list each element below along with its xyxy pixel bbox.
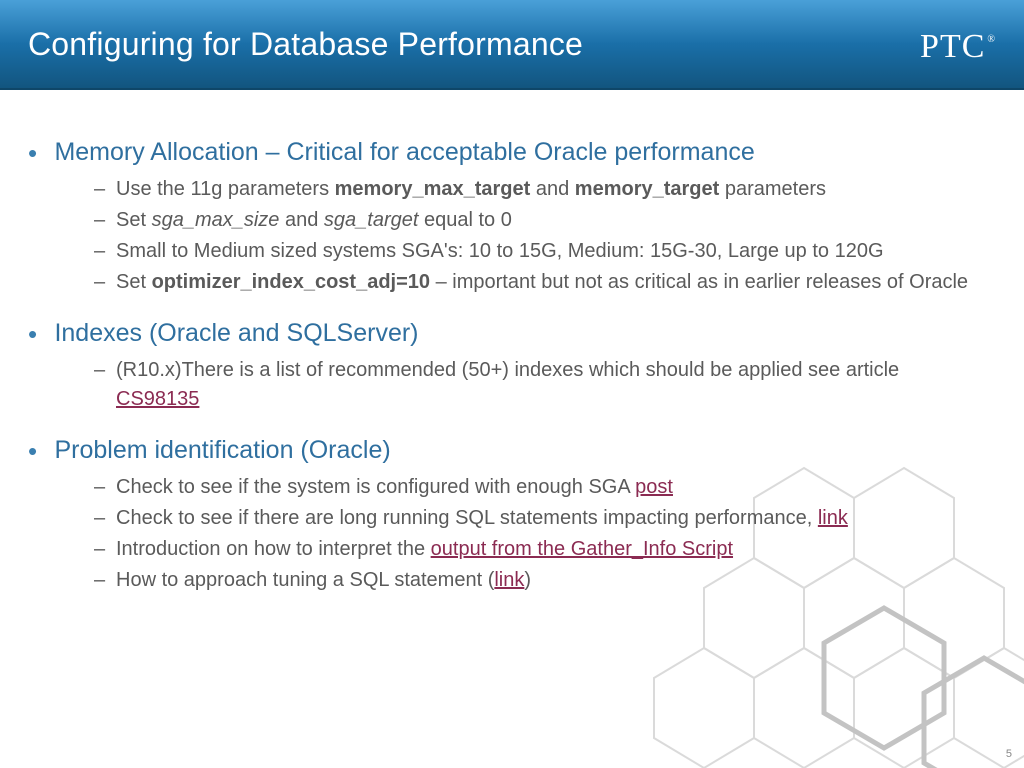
list-item: Small to Medium sized systems SGA's: 10 … (98, 237, 994, 266)
section-list: Memory Allocation – Critical for accepta… (50, 138, 994, 595)
kb-link-cs98135[interactable]: CS98135 (116, 388, 199, 410)
list-item: Use the 11g parameters memory_max_target… (98, 175, 994, 204)
ptc-logo: PTC® (920, 28, 994, 66)
content-area: Memory Allocation – Critical for accepta… (0, 90, 1024, 595)
list-item: Check to see if there are long running S… (98, 504, 994, 533)
section-problem-id: Problem identification (Oracle) Check to… (50, 436, 994, 595)
section-indexes: Indexes (Oracle and SQLServer) (R10.x)Th… (50, 319, 994, 414)
list-item: Set optimizer_index_cost_adj=10 – import… (98, 268, 994, 297)
title-bar: Configuring for Database Performance PTC… (0, 0, 1024, 90)
kb-link-tuning[interactable]: link (494, 569, 524, 591)
list-item: How to approach tuning a SQL statement (… (98, 566, 994, 595)
sub-list: (R10.x)There is a list of recommended (5… (98, 356, 994, 414)
section-memory: Memory Allocation – Critical for accepta… (50, 138, 994, 297)
kb-link-post[interactable]: post (635, 476, 673, 498)
list-item: Introduction on how to interpret the out… (98, 535, 994, 564)
sub-list: Use the 11g parameters memory_max_target… (98, 175, 994, 297)
section-heading: Indexes (Oracle and SQLServer) (54, 319, 418, 347)
kb-link-longsql[interactable]: link (818, 507, 848, 529)
kb-link-gatherinfo[interactable]: output from the Gather_Info Script (431, 538, 733, 560)
section-heading: Problem identification (Oracle) (54, 436, 390, 464)
sub-list: Check to see if the system is configured… (98, 473, 994, 595)
page-number: 5 (1006, 748, 1012, 760)
list-item: Check to see if the system is configured… (98, 473, 994, 502)
list-item: (R10.x)There is a list of recommended (5… (98, 356, 994, 414)
slide-title: Configuring for Database Performance (28, 26, 583, 63)
slide: Configuring for Database Performance PTC… (0, 0, 1024, 768)
section-heading: Memory Allocation – Critical for accepta… (54, 138, 754, 166)
list-item: Set sga_max_size and sga_target equal to… (98, 206, 994, 235)
